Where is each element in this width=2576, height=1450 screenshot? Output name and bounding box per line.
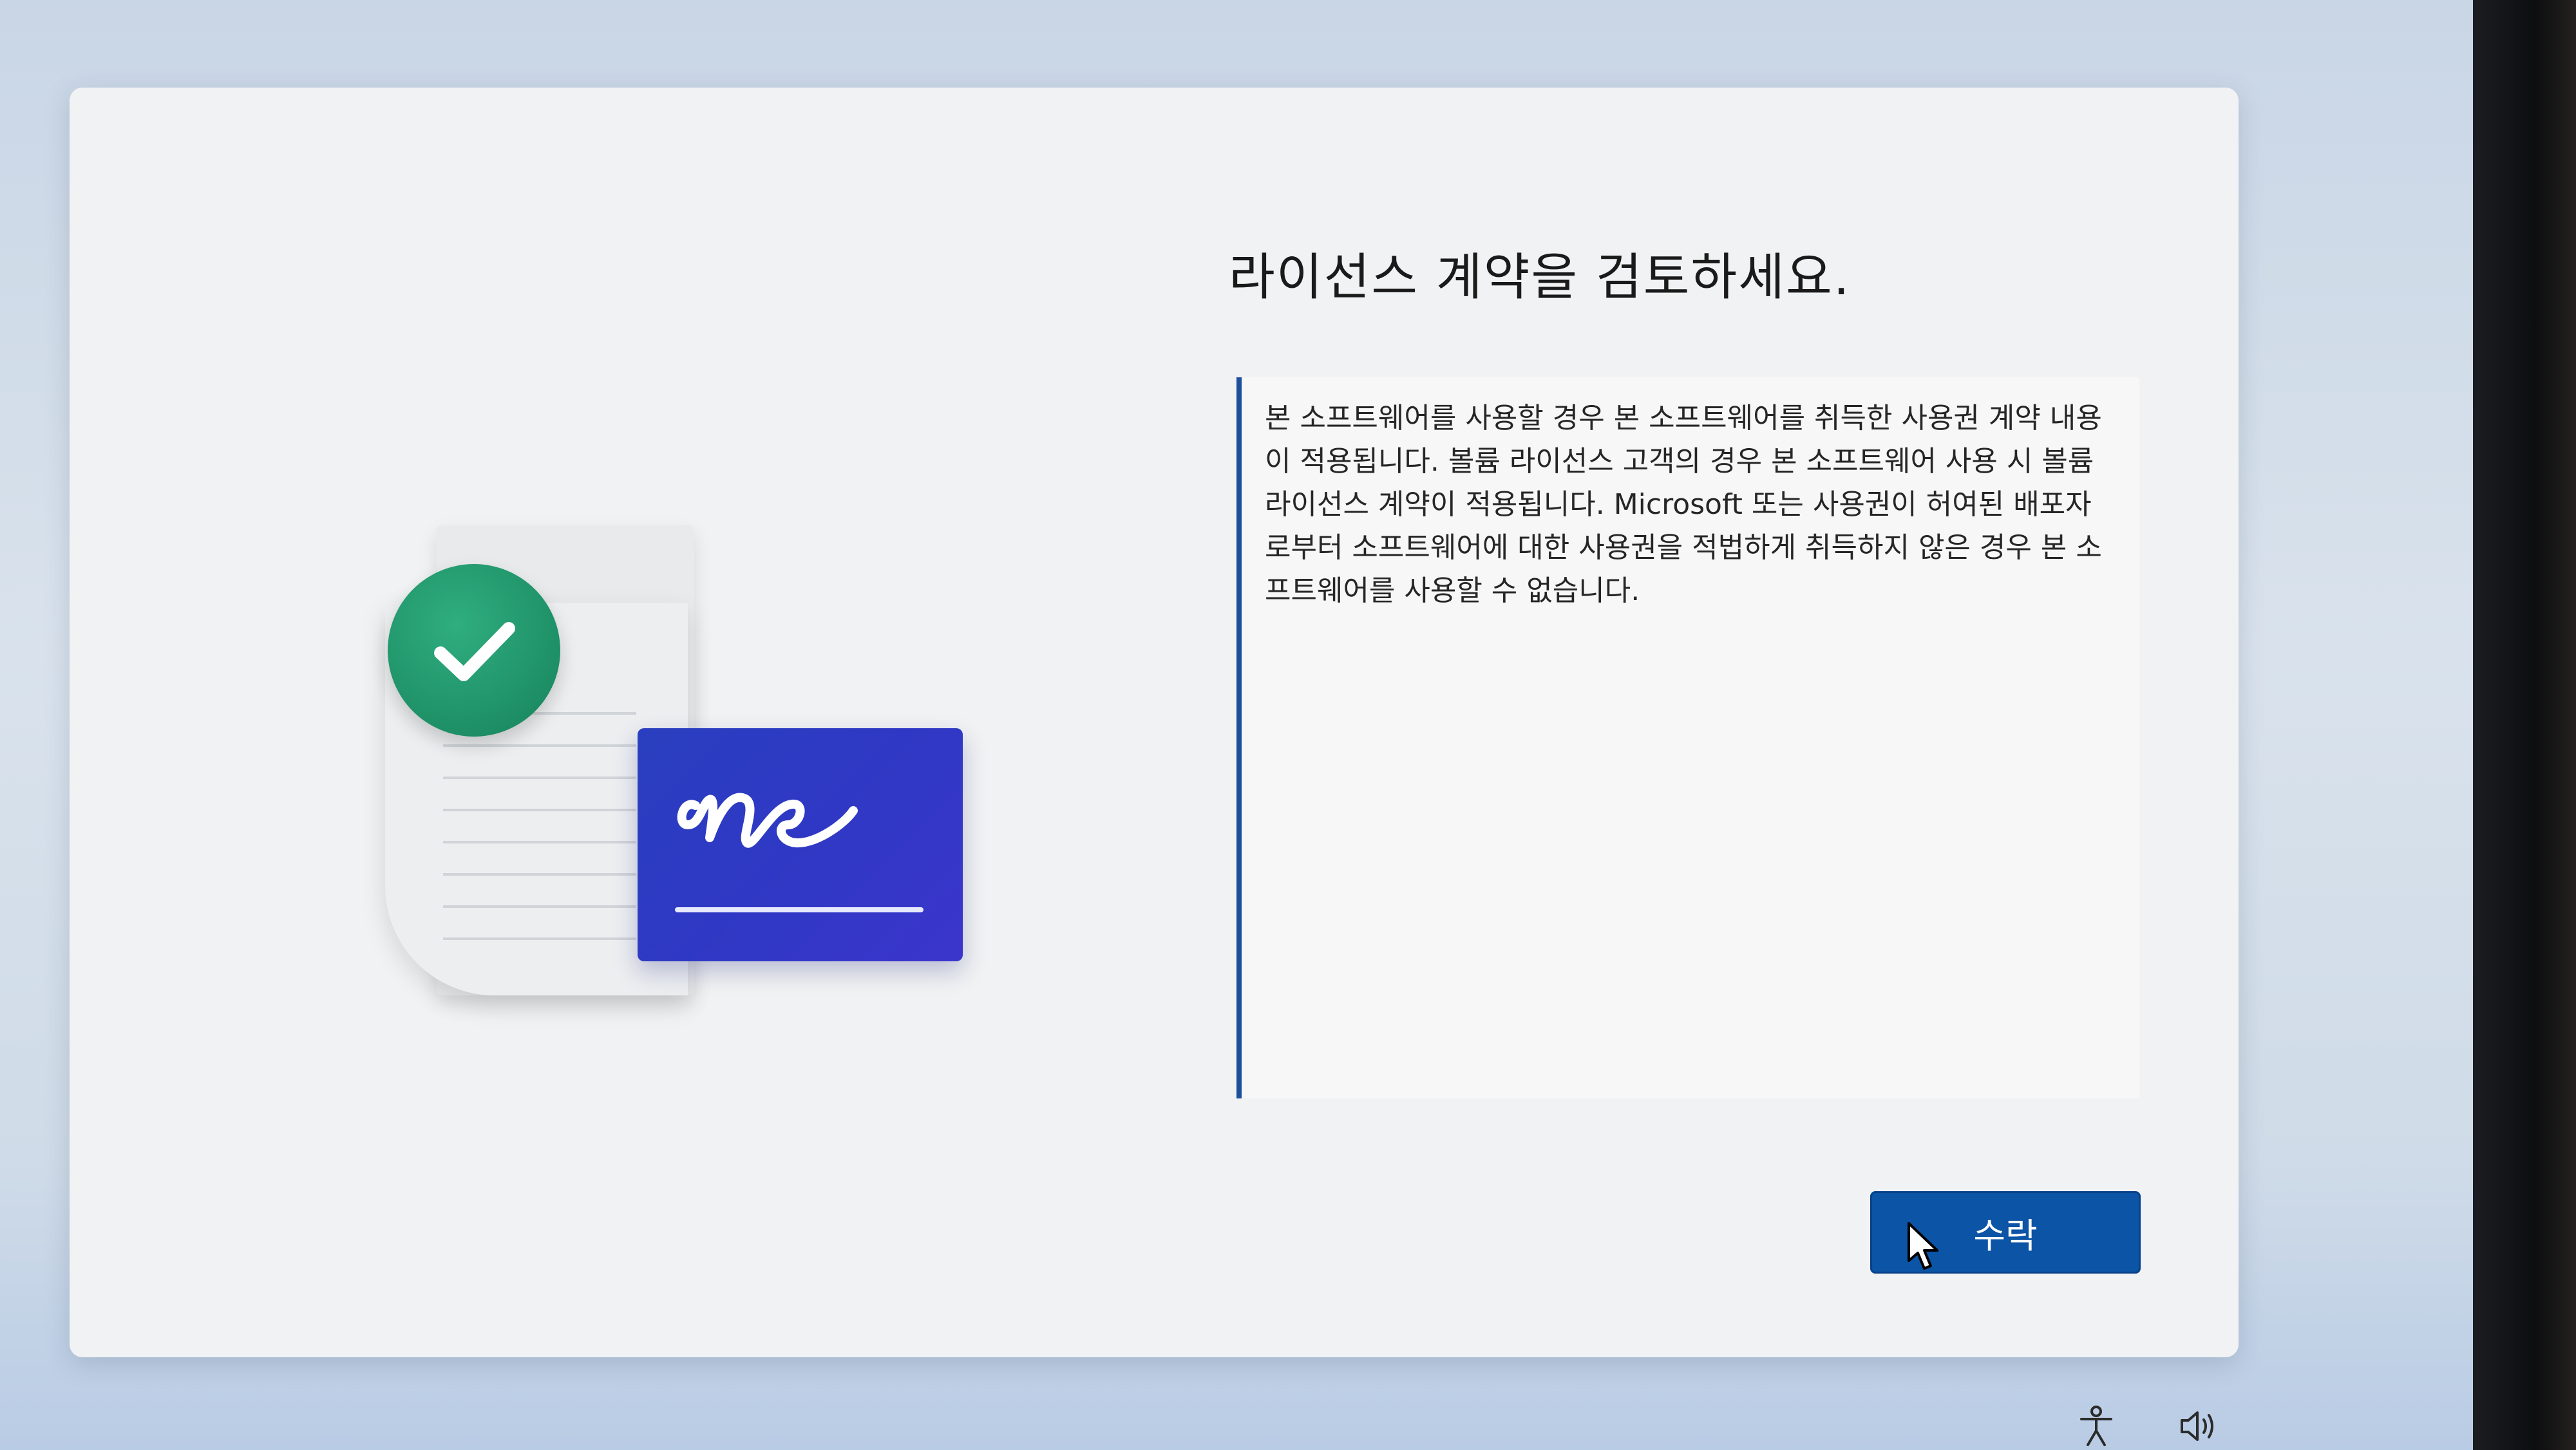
check-icon — [388, 564, 560, 737]
license-text: 본 소프트웨어를 사용할 경우 본 소프트웨어를 취득한 사용권 계약 내용이 … — [1265, 402, 2102, 607]
document-line — [443, 777, 636, 779]
volume-icon[interactable] — [2177, 1404, 2222, 1449]
monitor-bezel — [2473, 0, 2576, 1450]
system-tray — [2061, 1404, 2254, 1450]
document-line — [443, 873, 636, 876]
screen: 라이선스 계약을 검토하세요. 본 소프트웨어를 사용할 경우 본 소프트웨어를… — [0, 0, 2576, 1450]
setup-dialog: 라이선스 계약을 검토하세요. 본 소프트웨어를 사용할 경우 본 소프트웨어를… — [70, 88, 2239, 1357]
page-title: 라이선스 계약을 검토하세요. — [1229, 249, 1851, 307]
document-line — [443, 809, 636, 811]
document-line — [443, 905, 636, 908]
accessibility-icon[interactable] — [2074, 1404, 2119, 1449]
cursor-icon — [1905, 1221, 1944, 1272]
license-document-illustration — [308, 474, 1016, 1118]
document-line — [443, 841, 636, 843]
document-line — [443, 937, 636, 940]
document-line — [443, 744, 636, 747]
license-text-box[interactable]: 본 소프트웨어를 사용할 경우 본 소프트웨어를 취득한 사용권 계약 내용이 … — [1236, 377, 2139, 1098]
signature-icon — [638, 728, 963, 961]
